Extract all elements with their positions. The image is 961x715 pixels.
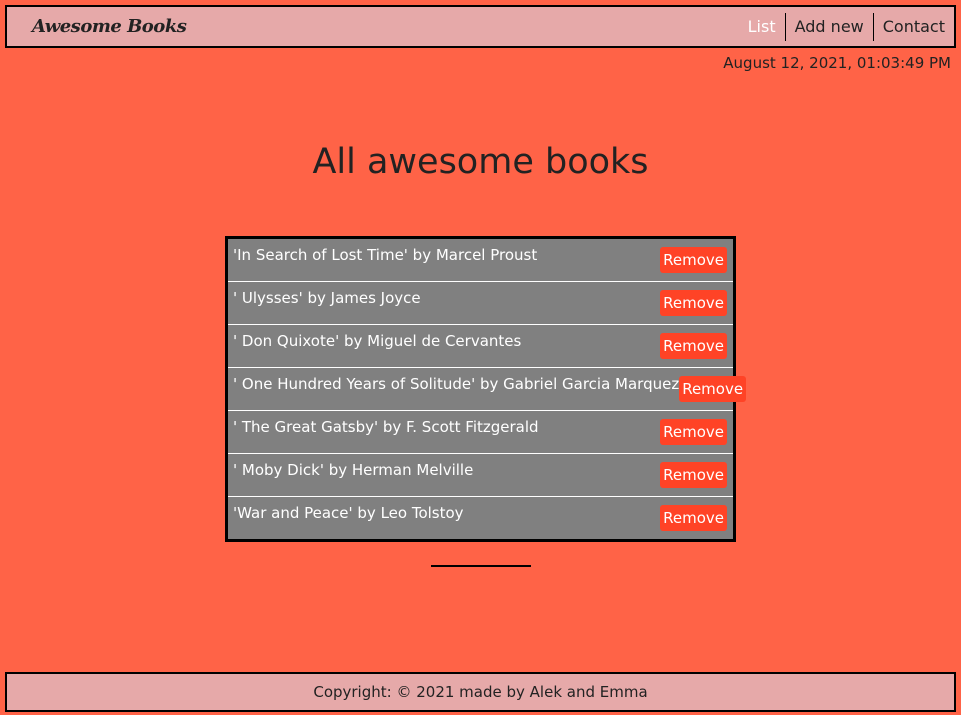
- nav-links: List Add new Contact: [739, 7, 954, 46]
- remove-button[interactable]: Remove: [660, 419, 727, 445]
- book-title: ' Moby Dick' by Herman Melville: [233, 461, 474, 479]
- nav-link-list[interactable]: List: [739, 13, 785, 41]
- nav-link-contact[interactable]: Contact: [872, 12, 954, 41]
- book-title: ' Don Quixote' by Miguel de Cervantes: [233, 332, 522, 350]
- remove-button[interactable]: Remove: [660, 247, 727, 273]
- remove-button[interactable]: Remove: [679, 376, 747, 402]
- remove-button[interactable]: Remove: [660, 290, 727, 316]
- book-title: 'In Search of Lost Time' by Marcel Prous…: [233, 246, 538, 264]
- page-title: All awesome books: [312, 142, 649, 182]
- book-row: ' The Great Gatsby' by F. Scott Fitzgera…: [228, 410, 733, 453]
- navbar: Awesome Books List Add new Contact: [5, 5, 956, 48]
- current-datetime: August 12, 2021, 01:03:49 PM: [723, 54, 951, 72]
- book-title: ' The Great Gatsby' by F. Scott Fitzgera…: [233, 418, 539, 436]
- nav-link-add-new[interactable]: Add new: [784, 12, 873, 41]
- copyright-text: Copyright: © 2021 made by Alek and Emma: [313, 683, 648, 701]
- book-row: ' Moby Dick' by Herman Melville Remove: [228, 453, 733, 496]
- book-row: ' One Hundred Years of Solitude' by Gabr…: [228, 367, 747, 410]
- section-divider: [431, 565, 531, 567]
- footer: Copyright: © 2021 made by Alek and Emma: [5, 672, 956, 712]
- book-title: ' Ulysses' by James Joyce: [233, 289, 421, 307]
- book-title: ' One Hundred Years of Solitude' by Gabr…: [233, 375, 680, 393]
- book-list: 'In Search of Lost Time' by Marcel Prous…: [225, 236, 747, 542]
- book-title: 'War and Peace' by Leo Tolstoy: [233, 504, 464, 522]
- book-row: ' Don Quixote' by Miguel de Cervantes Re…: [228, 324, 733, 367]
- book-row: 'In Search of Lost Time' by Marcel Prous…: [228, 239, 733, 281]
- book-row: ' Ulysses' by James Joyce Remove: [228, 281, 733, 324]
- remove-button[interactable]: Remove: [660, 505, 727, 531]
- book-row: 'War and Peace' by Leo Tolstoy Remove: [228, 496, 733, 539]
- remove-button[interactable]: Remove: [660, 333, 727, 359]
- brand-logo[interactable]: Awesome Books: [32, 16, 187, 37]
- remove-button[interactable]: Remove: [660, 462, 727, 488]
